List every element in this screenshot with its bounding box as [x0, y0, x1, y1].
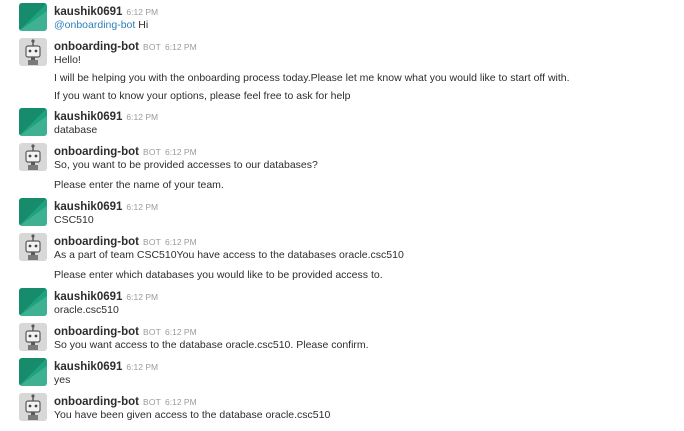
bot-badge: BOT [142, 397, 162, 407]
author-name[interactable]: kaushik0691 [54, 6, 122, 18]
message-timestamp[interactable]: 6:12 PM [126, 292, 158, 302]
message-text: So, you want to be provided accesses to … [54, 158, 318, 172]
message-text: database [54, 123, 97, 137]
author-name[interactable]: onboarding-bot [54, 396, 139, 408]
message-text-content: Please enter which databases you would l… [54, 269, 383, 281]
message-text-content: CSC510 [54, 214, 94, 226]
user-avatar[interactable] [19, 3, 47, 31]
author-name[interactable]: onboarding-bot [54, 41, 139, 53]
message-text-content: yes [54, 374, 71, 386]
bot-badge: BOT [142, 237, 162, 247]
message-text: So you want access to the database oracl… [54, 338, 369, 352]
bot-avatar[interactable] [19, 143, 47, 171]
message-text: Please enter the name of your team. [54, 178, 224, 192]
bot-avatar[interactable] [19, 323, 47, 351]
author-name[interactable]: kaushik0691 [54, 201, 122, 213]
author-name[interactable]: onboarding-bot [54, 236, 139, 248]
message-text-content: Please enter the name of your team. [54, 179, 224, 191]
user-mention[interactable]: @onboarding-bot [54, 19, 135, 31]
author-name[interactable]: kaushik0691 [54, 361, 122, 373]
bot-avatar[interactable] [19, 233, 47, 261]
message-text: If you want to know your options, please… [54, 89, 351, 103]
message-text-content: As a part of team CSC510You have access … [54, 249, 404, 261]
author-name[interactable]: onboarding-bot [54, 326, 139, 338]
message-timestamp[interactable]: 6:12 PM [126, 112, 158, 122]
bot-badge: BOT [142, 327, 162, 337]
message-text-content: You have been given access to the databa… [54, 409, 331, 421]
message-timestamp[interactable]: 6:12 PM [126, 362, 158, 372]
message-text-content: Hi [135, 19, 149, 31]
message-text: yes [54, 373, 70, 387]
message-timestamp[interactable]: 6:12 PM [165, 42, 197, 52]
message-text: I will be helping you with the onboardin… [54, 71, 570, 85]
bot-avatar[interactable] [19, 38, 47, 66]
message-text: Hello! [54, 53, 81, 67]
author-name[interactable]: onboarding-bot [54, 146, 139, 158]
message-timestamp[interactable]: 6:12 PM [126, 202, 158, 212]
message-text-content: database [54, 124, 98, 136]
user-avatar[interactable] [19, 358, 47, 386]
message-timestamp[interactable]: 6:12 PM [126, 7, 158, 17]
author-name[interactable]: kaushik0691 [54, 111, 122, 123]
bot-avatar[interactable] [19, 393, 47, 421]
message-text: As a part of team CSC510You have access … [54, 248, 404, 262]
message-text-content: Hello! [54, 54, 81, 66]
message-text: You have been given access to the databa… [54, 408, 330, 422]
user-avatar[interactable] [19, 288, 47, 316]
message-text-content: So, you want to be provided accesses to … [54, 159, 318, 171]
message-text-content: I will be helping you with the onboardin… [54, 72, 570, 84]
message-timestamp[interactable]: 6:12 PM [165, 147, 197, 157]
bot-badge: BOT [142, 147, 162, 157]
message-text: oracle.csc510 [54, 303, 119, 317]
message-timestamp[interactable]: 6:12 PM [165, 237, 197, 247]
message-text: Please enter which databases you would l… [54, 268, 383, 282]
message-text-content: oracle.csc510 [54, 304, 119, 316]
user-avatar[interactable] [19, 108, 47, 136]
message-timestamp[interactable]: 6:12 PM [165, 327, 197, 337]
message-text-content: So you want access to the database oracl… [54, 339, 369, 351]
bot-badge: BOT [142, 42, 162, 52]
message-timestamp[interactable]: 6:12 PM [165, 397, 197, 407]
message-text: @onboarding-bot Hi [54, 18, 148, 32]
message-text-content: If you want to know your options, please… [54, 90, 351, 102]
user-avatar[interactable] [19, 198, 47, 226]
author-name[interactable]: kaushik0691 [54, 291, 122, 303]
message-text: CSC510 [54, 213, 94, 227]
